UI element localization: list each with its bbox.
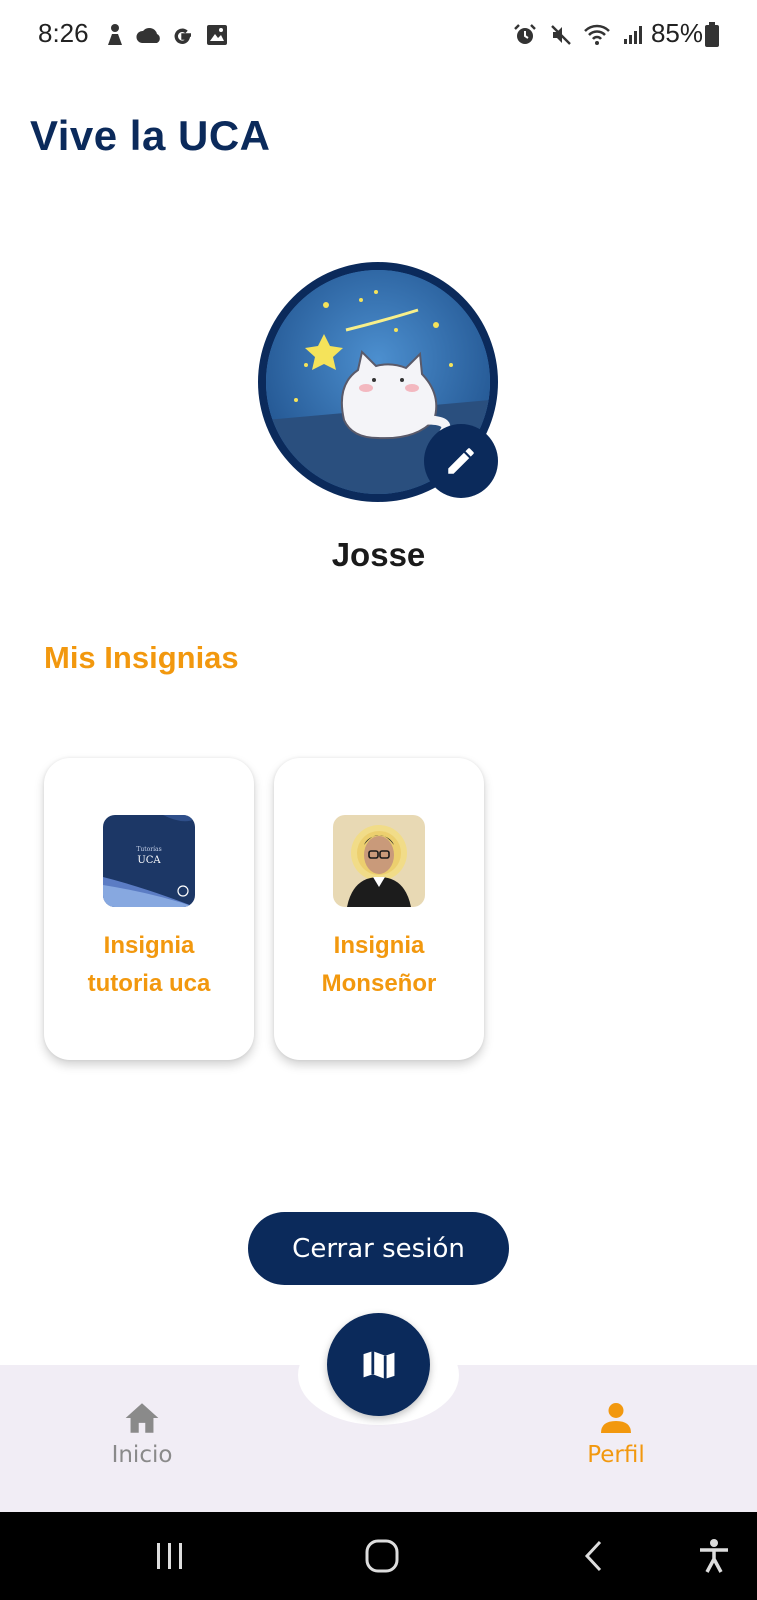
map-icon: [363, 1350, 394, 1379]
home-icon: [125, 1403, 159, 1433]
person-icon: [601, 1403, 631, 1433]
cloud-icon: [136, 22, 162, 48]
logout-button[interactable]: Cerrar sesión: [248, 1212, 509, 1285]
badges-section-title: Mis Insignias: [44, 640, 239, 675]
nav-item-profile[interactable]: Perfil: [546, 1400, 686, 1468]
badge-card-monsenor[interactable]: Insignia Monseñor: [274, 758, 484, 1060]
signal-icon: [619, 22, 647, 48]
accessibility-icon[interactable]: [692, 1534, 736, 1578]
nav-label-profile: Perfil: [587, 1442, 645, 1468]
google-icon: [170, 22, 196, 48]
user-name: Josse: [331, 536, 426, 573]
notification-figure-icon: [102, 22, 128, 48]
badge-label-monsenor: Insignia Monseñor: [321, 932, 437, 997]
battery-percent: 85%: [650, 18, 703, 48]
nav-item-home[interactable]: Inicio: [72, 1400, 212, 1468]
wifi-icon: [583, 22, 611, 48]
badge-image-monsenor: [333, 815, 425, 907]
pencil-icon: [448, 448, 474, 474]
app-title: Vive la UCA: [30, 112, 271, 159]
avatar-container: [258, 262, 498, 502]
home-system-icon[interactable]: [360, 1534, 404, 1578]
status-time: 8:26: [38, 18, 89, 48]
back-icon[interactable]: [572, 1534, 616, 1578]
image-icon: [204, 22, 230, 48]
alarm-icon: [511, 22, 539, 48]
mute-icon: [547, 22, 575, 48]
status-left-icons: [102, 22, 230, 48]
badge-card-tutoria[interactable]: Tutorías UCA Insignia tutoria uca: [44, 758, 254, 1060]
badges-list: Tutorías UCA Insignia tutoria uca Insign…: [44, 758, 484, 1060]
nav-label-home: Inicio: [111, 1442, 173, 1468]
battery-icon: [705, 22, 719, 47]
svg-text:Tutorías: Tutorías: [136, 846, 161, 853]
badge-image-tutoria: Tutorías UCA: [103, 815, 195, 907]
map-fab-button[interactable]: [327, 1313, 430, 1416]
status-right-icons: [511, 22, 647, 48]
edit-avatar-button[interactable]: [424, 424, 498, 498]
svg-text:UCA: UCA: [137, 855, 161, 866]
recent-apps-icon[interactable]: [148, 1534, 192, 1578]
system-nav-bar: [0, 1512, 757, 1600]
badge-label-tutoria: Insignia tutoria uca: [87, 932, 211, 997]
status-bar: 8:26 85%: [0, 0, 757, 72]
